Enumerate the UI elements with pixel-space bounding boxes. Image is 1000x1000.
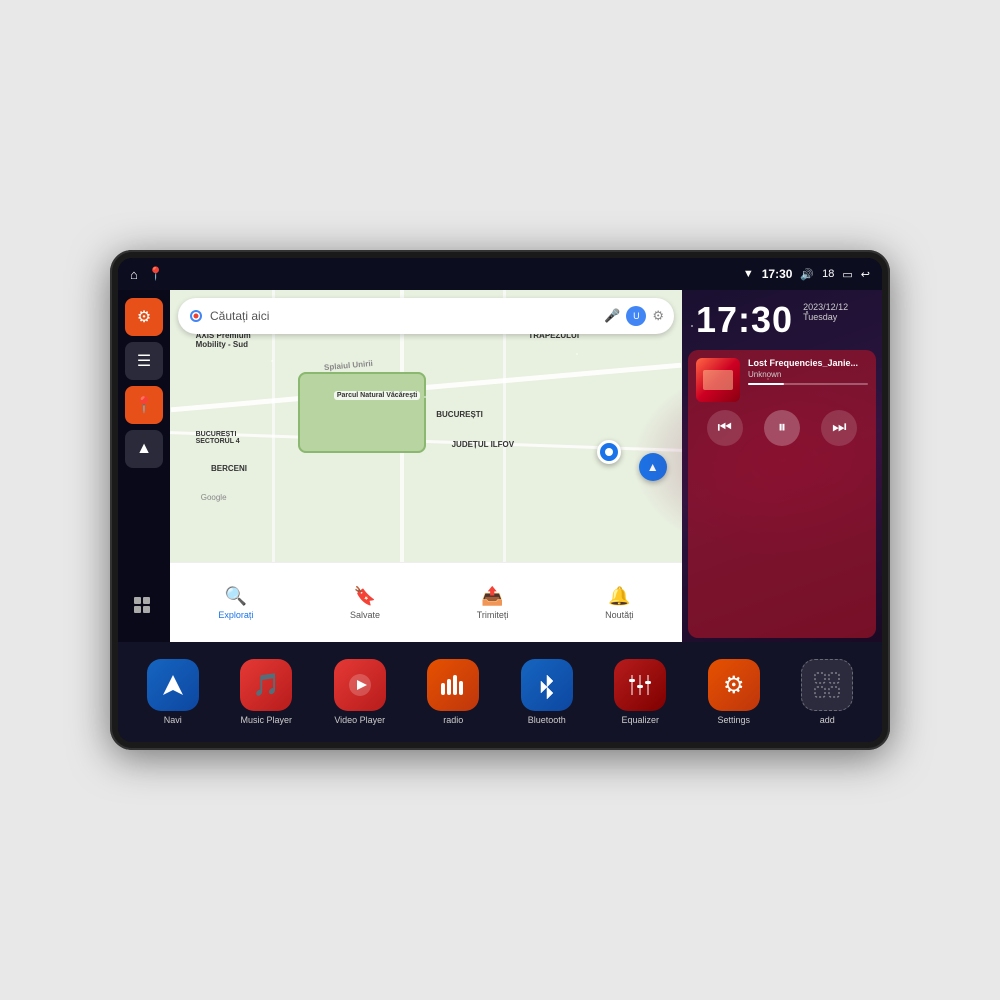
battery-level: 18 [822,268,834,280]
navi-label: Navi [164,715,182,725]
left-sidebar: ⚙ ☰ 📍 ▲ [118,290,170,642]
sidebar-files-btn[interactable]: ☰ [125,342,163,380]
clock-day: Tuesday [803,312,848,322]
clock-time: 17:30 [696,302,793,338]
eq-sliders-icon [626,671,654,699]
app-equalizer[interactable]: Equalizer [605,659,675,725]
main-area: ⚙ ☰ 📍 ▲ [118,290,882,642]
video-label: Video Player [334,715,385,725]
settings-map-icon[interactable]: ⚙ [652,308,664,324]
music-progress-fill [748,383,784,385]
arrow-icon: ▲ [136,440,152,458]
video-app-icon [334,659,386,711]
album-art [696,358,740,402]
music-label: Music Player [240,715,292,725]
clock-date: 2023/12/12 Tuesday [803,302,848,322]
status-bar-left: ⌂ 📍 [130,266,164,282]
google-maps-icon [188,308,204,324]
next-button[interactable]: ⏭ [821,410,857,446]
map-nav-send[interactable]: 📤 Trimiteți [477,586,509,620]
right-panel: 17:30 2023/12/12 Tuesday [682,290,882,642]
gear-icon: ⚙ [137,307,151,327]
map-nav-updates[interactable]: 🔔 Noutăți [605,586,634,620]
music-progress-bar [748,383,868,385]
status-bar-right: ▼ 17:30 🔊 18 ▭ ↩ [743,267,870,281]
location-icon: 📍 [134,395,154,415]
music-widget: Lost Frequencies_Janie... Unknown ⏮ ⏸ ⏭ [688,350,876,638]
play-icon [347,672,373,698]
radio-label: radio [443,715,463,725]
app-add[interactable]: add [792,659,862,725]
home-icon[interactable]: ⌂ [130,267,138,282]
map-search-text: Căutați aici [210,309,598,323]
app-bluetooth[interactable]: Bluetooth [512,659,582,725]
bluetooth-icon [533,671,561,699]
bluetooth-label: Bluetooth [528,715,566,725]
battery-icon: ▭ [842,268,852,281]
grid-icon [133,596,155,618]
music-info: Lost Frequencies_Janie... Unknown [748,358,868,389]
play-pause-button[interactable]: ⏸ [764,410,800,446]
sidebar-grid-btn[interactable] [125,588,163,626]
equalizer-app-icon [614,659,666,711]
app-video[interactable]: Video Player [325,659,395,725]
map-container[interactable]: AXIS PremiumMobility - Sud Pizza & Baker… [170,290,682,562]
music-title: Lost Frequencies_Janie... [748,358,868,368]
app-settings[interactable]: ⚙ Settings [699,659,769,725]
navi-icon [147,659,199,711]
files-icon: ☰ [137,351,151,371]
add-app-icon [801,659,853,711]
bluetooth-app-icon [521,659,573,711]
app-dock: Navi 🎵 Music Player Video Player [118,642,882,742]
volume-icon: 🔊 [800,268,814,281]
grid-add-icon [813,671,841,699]
device-screen: ⌂ 📍 ▼ 17:30 🔊 18 ▭ ↩ ⚙ ☰ [118,258,882,742]
clock-date-text: 2023/12/12 [803,302,848,312]
music-top: Lost Frequencies_Janie... Unknown [696,358,868,402]
map-nav-saved[interactable]: 🔖 Salvate [350,586,380,620]
user-avatar[interactable]: U [626,306,646,326]
app-music[interactable]: 🎵 Music Player [231,659,301,725]
map-status-icon[interactable]: 📍 [148,266,164,282]
device-frame: ⌂ 📍 ▼ 17:30 🔊 18 ▭ ↩ ⚙ ☰ [110,250,890,750]
settings-label: Settings [717,715,750,725]
sidebar-navi-btn[interactable]: ▲ [125,430,163,468]
prev-button[interactable]: ⏮ [707,410,743,446]
music-controls: ⏮ ⏸ ⏭ [696,410,868,446]
status-time: 17:30 [762,267,793,281]
map-area: AXIS PremiumMobility - Sud Pizza & Baker… [170,290,682,642]
wifi-icon: ▼ [743,268,754,280]
back-icon[interactable]: ↩ [861,268,870,281]
microphone-icon[interactable]: 🎤 [604,308,620,324]
sidebar-settings-btn[interactable]: ⚙ [125,298,163,336]
settings-app-icon: ⚙ [708,659,760,711]
status-bar: ⌂ 📍 ▼ 17:30 🔊 18 ▭ ↩ [118,258,882,290]
radio-app-icon [427,659,479,711]
equalizer-label: Equalizer [621,715,659,725]
map-nav-explore[interactable]: 🔍 Explorați [218,586,253,620]
app-radio[interactable]: radio [418,659,488,725]
equalizer-bars-icon [439,671,467,699]
add-label: add [820,715,835,725]
clock-widget: 17:30 2023/12/12 Tuesday [682,290,882,346]
navigation-icon [159,671,187,699]
music-artist: Unknown [748,370,868,379]
map-search-bar[interactable]: Căutați aici 🎤 U ⚙ [178,298,674,334]
app-navi[interactable]: Navi [138,659,208,725]
sidebar-map-btn[interactable]: 📍 [125,386,163,424]
map-bottom-nav: 🔍 Explorați 🔖 Salvate 📤 Trimiteți 🔔 Nout… [170,562,682,642]
music-app-icon: 🎵 [240,659,292,711]
